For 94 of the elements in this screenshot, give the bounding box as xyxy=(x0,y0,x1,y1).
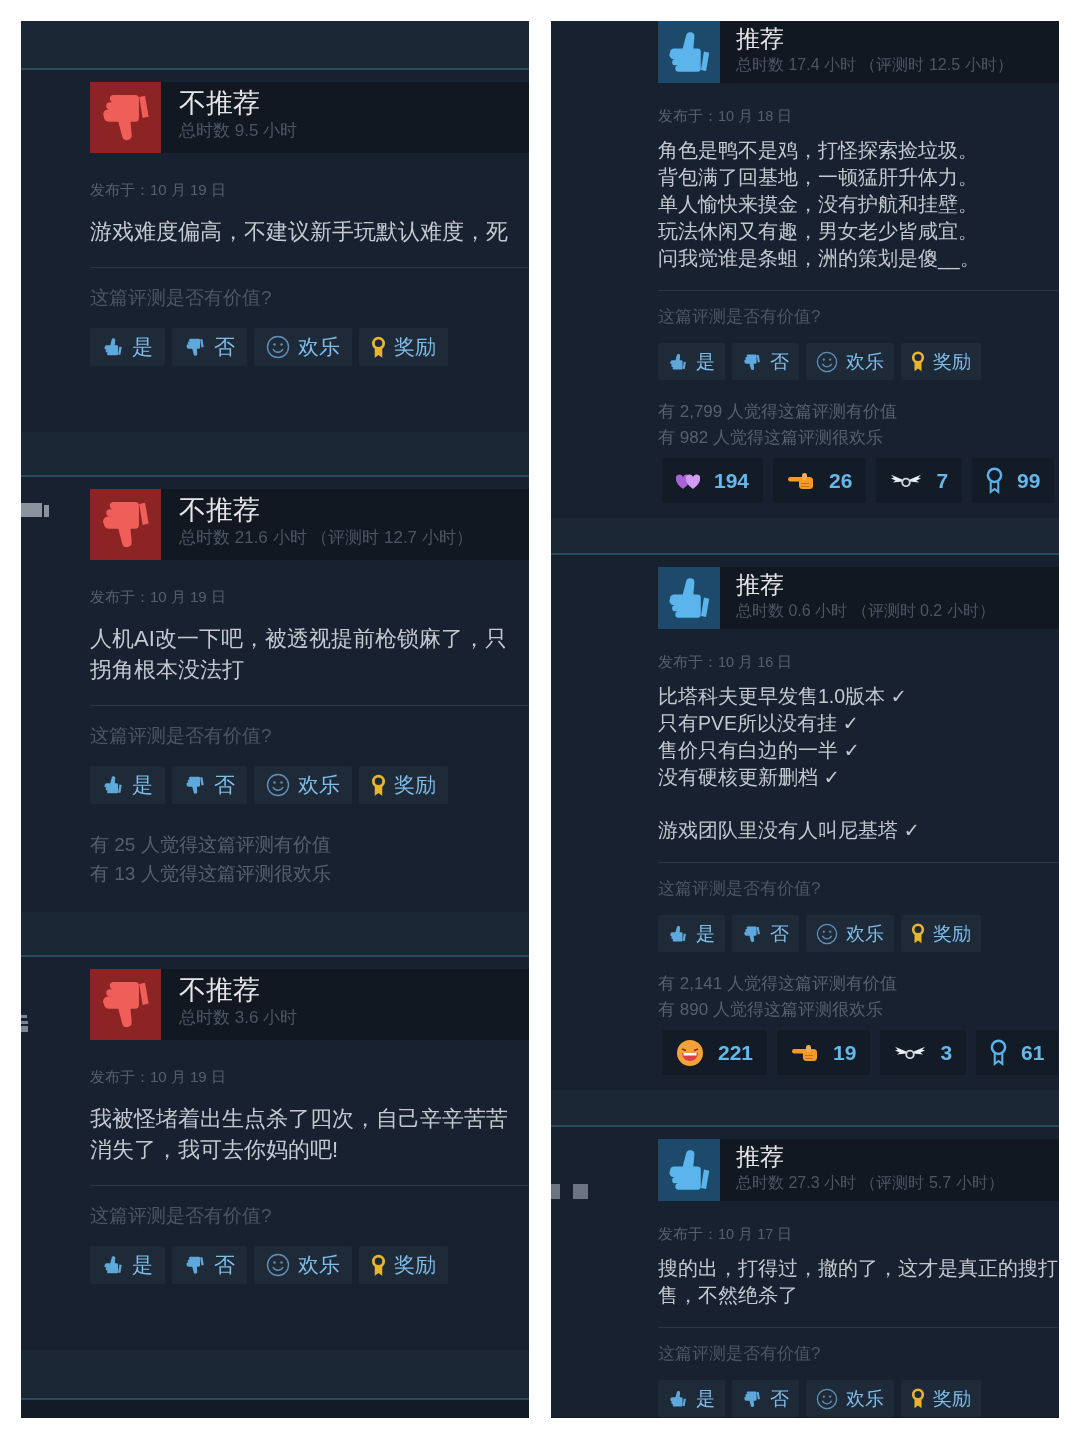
award-ribbon-icon xyxy=(911,351,925,372)
review-paragraph: 比塔科夫更早发售1.0版本 ✓ 只有PVE所以没有挂 ✓ 售价只有白边的一半 ✓ 没有硬核更新删档 ✓ xyxy=(658,684,908,790)
review-paragraph: 人机AI改一下吧，被透视提前枪锁麻了，只 拐角根本没法打 xyxy=(90,625,508,684)
thumbs-up-icon xyxy=(102,336,124,358)
fragment-icon xyxy=(21,1014,29,1032)
verdict-title: 不推荐 xyxy=(179,495,261,525)
thumbs-up-icon xyxy=(668,1388,688,1409)
helpful-yes-button[interactable]: 是 xyxy=(658,1380,725,1417)
helpful-no-button[interactable]: 否 xyxy=(172,766,247,804)
smiley-icon xyxy=(816,350,838,373)
smiley-icon xyxy=(816,1387,838,1410)
playtime-text: 总时数 0.6 小时 （评测时 0.2 小时） xyxy=(736,601,996,621)
award-count: 221 xyxy=(718,1040,754,1065)
helpful-yes-button[interactable]: 是 xyxy=(658,343,725,380)
posted-date: 发布于：10 月 17 日 xyxy=(658,1225,794,1243)
helpful-yes-button[interactable]: 是 xyxy=(90,328,165,366)
funny-button[interactable]: 欢乐 xyxy=(254,766,352,804)
award-count: 99 xyxy=(1017,468,1041,493)
helpful-no-button[interactable]: 否 xyxy=(172,1246,247,1284)
ribbon-icon xyxy=(990,1039,1008,1066)
award-count: 7 xyxy=(936,468,949,493)
square-icon xyxy=(573,1184,588,1199)
review-paragraph: 搜的出，打得过，撤的了，这才是真正的搜打 售，不然绝杀了 xyxy=(658,1256,1059,1308)
posted-date: 发布于：10 月 19 日 xyxy=(90,180,227,200)
review-paragraph: 我被怪堵着出生点杀了四次，自己辛辛苦苦 消失了，我可去你妈的吧! xyxy=(90,1105,509,1164)
funny-button[interactable]: 欢乐 xyxy=(806,343,894,380)
posted-date: 发布于：10 月 19 日 xyxy=(90,1067,227,1087)
fragment-icon xyxy=(21,502,51,518)
smiley-icon xyxy=(816,922,838,945)
playtime-text: 总时数 17.4 小时 （评测时 12.5 小时） xyxy=(736,55,1014,75)
award-button[interactable]: 奖励 xyxy=(901,343,981,380)
verdict-title: 推荐 xyxy=(736,26,785,52)
helpful-count-text: 有 2,141 人觉得这篇评测有价值 xyxy=(658,973,898,995)
helpful-yes-button[interactable]: 是 xyxy=(658,915,725,952)
funny-button[interactable]: 欢乐 xyxy=(254,328,352,366)
helpful-count-text: 有 2,799 人觉得这篇评测有价值 xyxy=(658,401,898,423)
playtime-text: 总时数 3.6 小时 xyxy=(179,1007,299,1029)
funny-button[interactable]: 欢乐 xyxy=(806,915,894,952)
smiley-icon xyxy=(266,335,290,359)
award-count: 26 xyxy=(829,468,853,493)
laughing-face-icon xyxy=(676,1038,704,1067)
helpful-count-text: 有 982 人觉得这篇评测很欢乐 xyxy=(658,427,884,449)
helpful-count-text: 有 13 人觉得这篇评测很欢乐 xyxy=(90,862,332,886)
thumbs-up-icon xyxy=(102,1254,124,1276)
helpful-yes-button[interactable]: 是 xyxy=(90,766,165,804)
thumbs-down-icon xyxy=(184,336,206,358)
verdict-title: 推荐 xyxy=(736,1144,785,1170)
award-ribbon-icon xyxy=(911,1388,925,1409)
award-button[interactable]: 奖励 xyxy=(901,915,981,952)
review-paragraph: 游戏难度偏高，不建议新手玩默认难度，死 xyxy=(90,218,509,246)
funny-button[interactable]: 欢乐 xyxy=(806,1380,894,1417)
award-count: 3 xyxy=(940,1040,953,1065)
award-count: 194 xyxy=(714,468,750,493)
square-icon xyxy=(551,1184,560,1199)
playtime-text: 总时数 21.6 小时 （评测时 12.7 小时） xyxy=(179,527,474,549)
helpful-no-button[interactable]: 否 xyxy=(172,328,247,366)
award-button[interactable]: 奖励 xyxy=(359,766,448,804)
smiley-icon xyxy=(266,1253,290,1277)
award-ribbon-icon xyxy=(371,1253,386,1277)
funny-button[interactable]: 欢乐 xyxy=(254,1246,352,1284)
thumbs-up-icon xyxy=(668,351,688,372)
playtime-text: 总时数 9.5 小时 xyxy=(179,120,299,142)
thumbs-down-icon xyxy=(184,1254,206,1276)
posted-date: 发布于：10 月 16 日 xyxy=(658,653,794,671)
award-button[interactable]: 奖励 xyxy=(359,328,448,366)
playtime-text: 总时数 27.3 小时 （评测时 5.7 小时） xyxy=(736,1173,1005,1193)
thumbs-down-icon xyxy=(184,774,206,796)
verdict-title: 推荐 xyxy=(736,572,785,598)
verdict-title: 不推荐 xyxy=(179,88,261,118)
pointing-hand-icon xyxy=(787,471,816,490)
thumbs-up-icon xyxy=(668,923,688,944)
helpful-count-text: 有 890 人觉得这篇评测很欢乐 xyxy=(658,999,884,1021)
posted-date: 发布于：10 月 18 日 xyxy=(658,107,794,125)
ribbon-icon xyxy=(986,467,1004,494)
award-ribbon-icon xyxy=(371,335,386,359)
award-button[interactable]: 奖励 xyxy=(901,1380,981,1417)
helpful-no-button[interactable]: 否 xyxy=(732,915,799,952)
review-paragraph: 角色是鸭不是鸡，打怪探索捡垃圾。 背包满了回基地，一顿猛肝升体力。 单人愉快来摸金，没有护航和挂壁。 玩法休闲又有趣，男女老少皆咸宜。 问我觉谁是条蛆，洲的策划是傻__。 xyxy=(658,138,981,272)
thumbs-up-icon xyxy=(102,774,124,796)
award-ribbon-icon xyxy=(911,923,925,944)
award-count: 61 xyxy=(1021,1040,1045,1065)
helpful-no-button[interactable]: 否 xyxy=(732,1380,799,1417)
verdict-title: 不推荐 xyxy=(179,975,261,1005)
hearts-icon xyxy=(676,471,700,490)
helpful-count-text: 有 25 人觉得这篇评测有价值 xyxy=(90,833,332,857)
review-paragraph: 游戏团队里没有人叫尼基塔 ✓ xyxy=(658,818,921,843)
award-ribbon-icon xyxy=(371,773,386,797)
award-count: 19 xyxy=(833,1040,857,1065)
pointing-hand-icon xyxy=(791,1043,820,1062)
posted-date: 发布于：10 月 19 日 xyxy=(90,587,227,607)
award-button[interactable]: 奖励 xyxy=(359,1246,448,1284)
helpful-yes-button[interactable]: 是 xyxy=(90,1246,165,1284)
smiley-icon xyxy=(266,773,290,797)
helpful-no-button[interactable]: 否 xyxy=(732,343,799,380)
